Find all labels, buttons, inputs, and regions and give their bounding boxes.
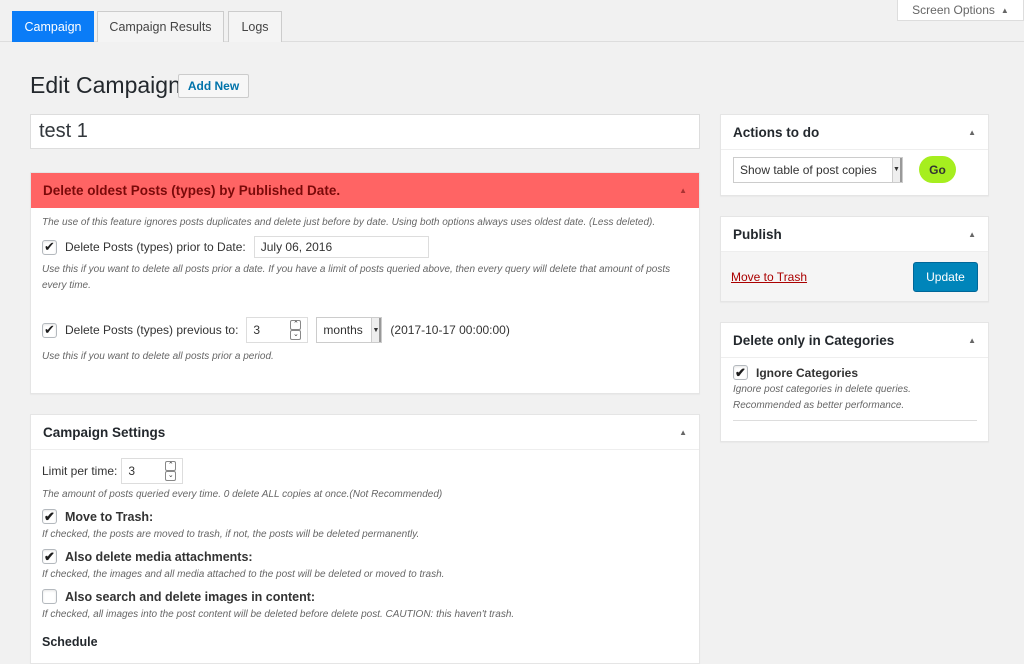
collapse-icon[interactable]: ▲ xyxy=(679,428,687,437)
categories-panel: Delete only in Categories ▲ ✔ Ignore Categ… xyxy=(720,322,989,442)
dropdown-arrow-icon: ▼ xyxy=(371,318,382,342)
limit-value: 3 xyxy=(128,464,136,478)
option-label: Move to Trash: xyxy=(65,509,154,524)
spinner-icon[interactable]: ⌃ ⌄ xyxy=(290,320,302,340)
publish-header[interactable]: Publish ▲ xyxy=(721,217,988,252)
limit-help: The amount of posts queried every time. … xyxy=(42,489,443,500)
limit-input[interactable]: 3 ⌃ ⌄ xyxy=(121,458,184,484)
collapse-icon[interactable]: ▲ xyxy=(968,230,976,239)
limit-label: Limit per time: xyxy=(42,464,118,478)
delete-oldest-header[interactable]: Delete oldest Posts (types) by Published… xyxy=(31,173,699,208)
previous-number-input[interactable]: 3 ⌃ ⌄ xyxy=(246,317,309,343)
previous-label: Delete Posts (types) previous to: xyxy=(65,323,239,337)
caret-up-icon: ▲ xyxy=(1000,5,1009,15)
collapse-icon[interactable]: ▲ xyxy=(968,336,976,345)
previous-help: Use this if you want to delete all posts… xyxy=(42,351,274,362)
previous-checkbox[interactable]: ✔ xyxy=(42,322,57,338)
panel-title: Delete only in Categories xyxy=(733,332,895,348)
actions-panel: Actions to do ▲ Show table of post copies… xyxy=(720,114,989,196)
action-select[interactable]: Show table of post copies ▼ xyxy=(733,156,903,183)
period-unit-select[interactable]: months ▼ xyxy=(316,317,383,343)
previous-value: 3 xyxy=(253,323,261,337)
panel-title: Actions to do xyxy=(733,124,820,140)
delete-content-images-checkbox[interactable] xyxy=(42,589,57,604)
ignore-categories-checkbox[interactable]: ✔ xyxy=(733,365,748,380)
tab-campaign-results[interactable]: Campaign Results xyxy=(97,11,224,42)
schedule-heading: Schedule xyxy=(42,635,98,649)
move-to-trash-checkbox[interactable]: ✔ xyxy=(42,509,57,524)
option-label: Also search and delete images in content… xyxy=(65,589,316,604)
tab-campaign[interactable]: Campaign xyxy=(12,11,94,42)
go-button[interactable]: Go xyxy=(919,156,956,183)
dropdown-arrow-icon: ▼ xyxy=(892,157,902,182)
spinner-icon[interactable]: ⌃ ⌄ xyxy=(165,461,177,481)
option-help: If checked, the images and all media att… xyxy=(42,569,445,580)
campaign-settings-header[interactable]: Campaign Settings ▲ xyxy=(31,415,699,450)
page-title: Edit Campaign xyxy=(30,72,181,98)
update-button[interactable]: Update xyxy=(913,261,978,292)
add-new-button[interactable]: Add New xyxy=(178,74,249,98)
option-help: If checked, the posts are moved to trash… xyxy=(42,529,420,540)
ignore-categories-help: Ignore post categories in delete queries… xyxy=(733,382,977,421)
action-select-value: Show table of post copies xyxy=(740,162,877,177)
campaign-title-input[interactable]: test 1 xyxy=(30,114,700,149)
publish-panel: Publish ▲ Move to Trash Update xyxy=(720,216,989,302)
screen-options-button[interactable]: Screen Options ▲ xyxy=(897,0,1024,21)
screen-options-label: Screen Options xyxy=(912,3,995,17)
prior-date-checkbox[interactable]: ✔ xyxy=(42,239,57,255)
actions-header[interactable]: Actions to do ▲ xyxy=(721,115,988,150)
panel-title: Publish xyxy=(733,226,782,242)
prior-date-help: Use this if you want to delete all posts… xyxy=(42,264,671,291)
period-unit-value: months xyxy=(323,323,363,337)
ignore-categories-label: Ignore Categories xyxy=(756,365,859,380)
prior-date-input[interactable]: July 06, 2016 xyxy=(253,236,429,258)
move-to-trash-link[interactable]: Move to Trash xyxy=(731,270,807,284)
collapse-icon[interactable]: ▲ xyxy=(968,128,976,137)
campaign-settings-panel: Campaign Settings ▲ Limit per time: 3 ⌃ ⌄ T… xyxy=(30,414,700,664)
intro-text: The use of this feature ignores posts du… xyxy=(42,217,656,228)
previous-computed-date: (2017-10-17 00:00:00) xyxy=(390,323,510,337)
option-label: Also delete media attachments: xyxy=(65,549,253,564)
collapse-icon[interactable]: ▲ xyxy=(679,186,687,195)
delete-media-checkbox[interactable]: ✔ xyxy=(42,549,57,564)
delete-oldest-panel: Delete oldest Posts (types) by Published… xyxy=(30,172,700,394)
option-help: If checked, all images into the post con… xyxy=(42,609,515,620)
panel-title: Campaign Settings xyxy=(43,424,166,440)
prior-date-label: Delete Posts (types) prior to Date: xyxy=(65,240,246,254)
categories-header[interactable]: Delete only in Categories ▲ xyxy=(721,323,988,358)
tab-logs[interactable]: Logs xyxy=(228,11,282,42)
panel-title: Delete oldest Posts (types) by Published… xyxy=(43,183,341,198)
